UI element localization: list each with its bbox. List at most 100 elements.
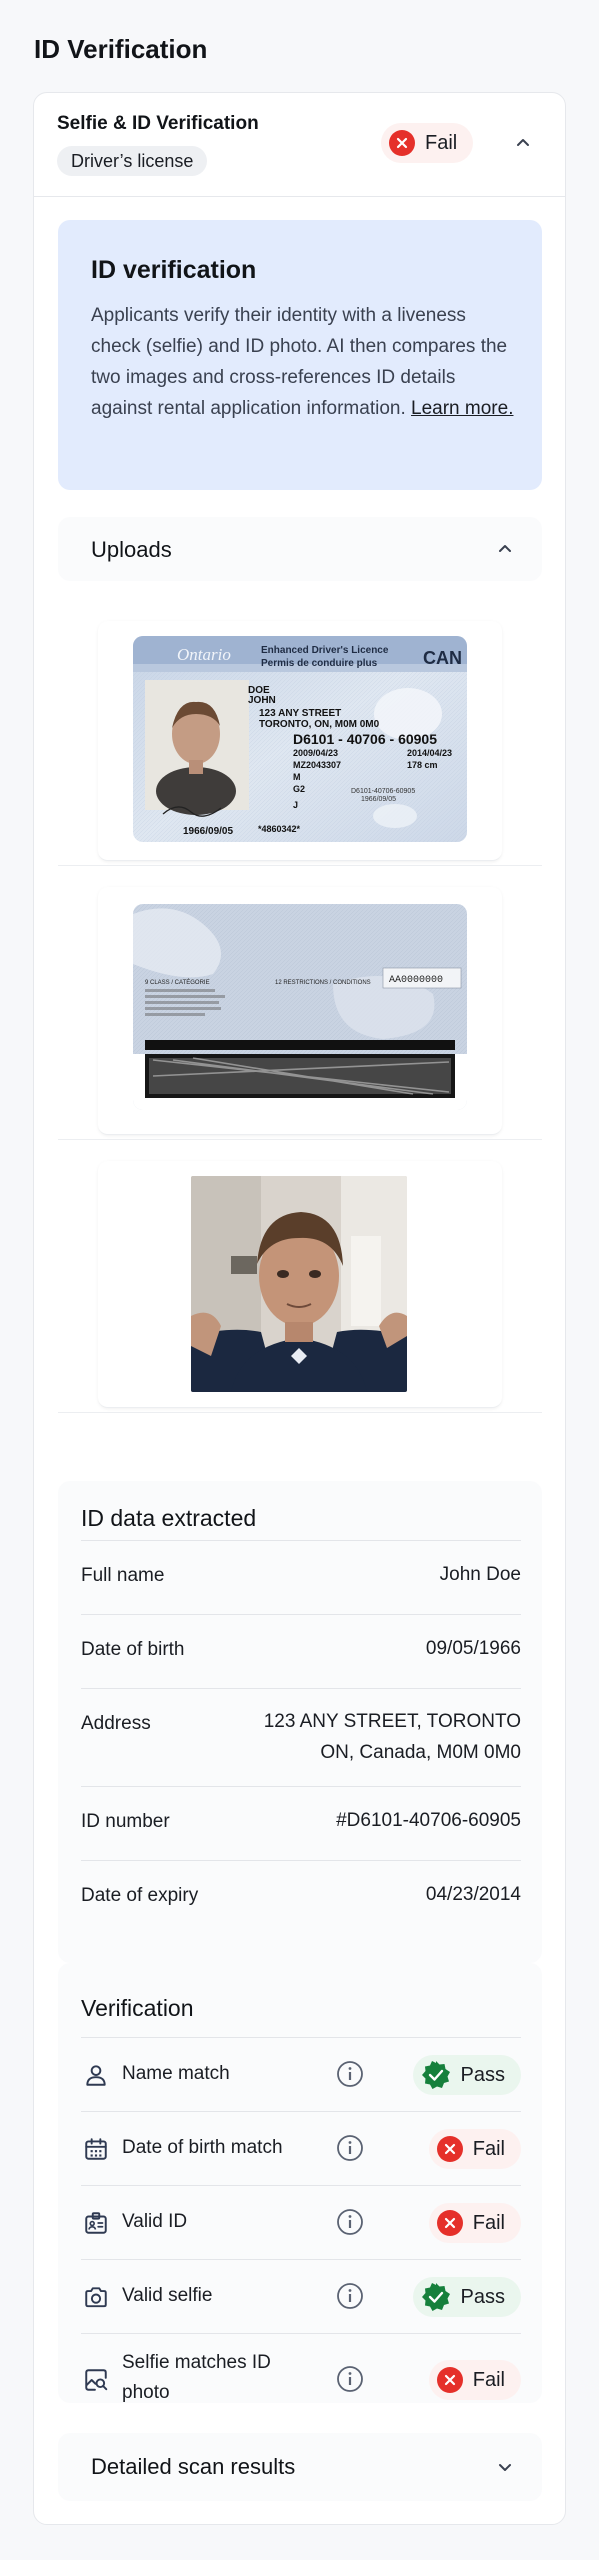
verification-row: Valid ID Fail xyxy=(81,2185,521,2259)
verification-row: Valid selfie Pass xyxy=(81,2259,521,2333)
info-box: ID verification Applicants verify their … xyxy=(58,220,542,490)
id-back-image: 9 CLASS / CATÉGORIE 12 RESTRICTIONS / CO… xyxy=(133,904,467,1110)
check-badge-icon xyxy=(421,2282,451,2312)
info-icon[interactable] xyxy=(336,2134,364,2162)
id-data-row: Date of birth 09/05/1966 xyxy=(81,1614,521,1688)
chevron-up-icon[interactable] xyxy=(493,537,517,561)
divider xyxy=(58,1412,542,1413)
data-value: #D6101-40706-60905 xyxy=(336,1810,521,1831)
chevron-down-icon[interactable] xyxy=(493,2455,517,2479)
id-number-front: D6101 - 40706 - 60905 xyxy=(293,731,437,747)
info-icon[interactable] xyxy=(336,2282,364,2310)
status-label: Fail xyxy=(472,2368,505,2391)
fail-icon xyxy=(436,2367,463,2393)
id-back-serial: AA0000000 xyxy=(389,975,443,986)
status-label: Pass xyxy=(460,2063,505,2086)
info-icon[interactable] xyxy=(336,2060,364,2088)
status-badge-pass: Pass xyxy=(412,2277,521,2317)
chevron-up-icon[interactable] xyxy=(511,131,535,155)
image-search-icon xyxy=(85,2369,108,2391)
data-value: John Doe xyxy=(439,1564,521,1585)
data-value: 04/23/2014 xyxy=(425,1884,521,1905)
id-header-en: Enhanced Driver's Licence xyxy=(261,645,389,656)
id-data-title: ID data extracted xyxy=(81,1505,257,1531)
card-header[interactable]: Selfie & ID Verification Driver’s licens… xyxy=(34,93,565,197)
data-label: Date of expiry xyxy=(81,1885,199,1906)
camera-icon xyxy=(85,2287,107,2308)
info-text: Applicants verify their identity with a … xyxy=(91,300,516,424)
id-expiry: 2014/04/23 xyxy=(407,748,452,758)
id-data-row: Full name John Doe xyxy=(81,1540,521,1614)
document-type-chip: Driver’s license xyxy=(57,146,208,176)
id-back-class-label: 9 CLASS / CATÉGORIE xyxy=(145,979,210,986)
data-label: Address xyxy=(81,1713,151,1734)
id-card-no: *4860342* xyxy=(258,824,301,834)
info-icon[interactable] xyxy=(336,2365,364,2393)
divider xyxy=(58,865,542,866)
verification-card: Selfie & ID Verification Driver’s licens… xyxy=(33,92,566,2525)
status-badge-fail: Fail xyxy=(428,2360,521,2400)
status-badge-fail: Fail xyxy=(428,2129,521,2169)
overall-status-badge: Fail xyxy=(381,123,474,163)
id-country: CAN xyxy=(423,648,462,668)
uploads-section-header[interactable]: Uploads xyxy=(58,517,542,581)
id-card-icon xyxy=(85,2212,107,2234)
id-data-row: Address 123 ANY STREET, TORONTO ON, Cana… xyxy=(81,1688,521,1786)
id-street: 123 ANY STREET xyxy=(259,708,341,719)
detailed-scan-results-title: Detailed scan results xyxy=(91,2454,296,2479)
verification-section: Verification Name match Pass Date of bir… xyxy=(58,1963,542,2403)
label-line-2: photo xyxy=(122,2382,170,2403)
upload-selfie[interactable] xyxy=(98,1161,502,1408)
id-data-section: ID data extracted Full name John Doe Dat… xyxy=(58,1481,542,1963)
person-icon xyxy=(86,2065,106,2086)
id-dob: 1966/09/05 xyxy=(183,826,233,837)
id-first-name: JOHN xyxy=(248,695,276,706)
divider xyxy=(58,1139,542,1140)
status-label: Fail xyxy=(472,2137,505,2160)
id-ref: MZ2043307 xyxy=(293,760,341,770)
info-title: ID verification xyxy=(91,256,257,284)
id-province: Ontario xyxy=(177,645,231,664)
learn-more-link[interactable]: Learn more. xyxy=(411,398,513,419)
verification-title: Verification xyxy=(81,1995,194,2021)
verification-row: Name match Pass xyxy=(81,2037,521,2111)
upload-id-front[interactable]: Ontario Enhanced Driver's Licence Permis… xyxy=(98,621,502,861)
id-data-row: Date of expiry 04/23/2014 xyxy=(81,1860,521,1934)
verification-row: Selfie matches ID photo Fail xyxy=(81,2333,521,2421)
id-front-image: Ontario Enhanced Driver's Licence Permis… xyxy=(133,636,467,842)
status-label: Pass xyxy=(460,2285,505,2308)
id-back-restrictions: 12 RESTRICTIONS / CONDITIONS xyxy=(275,980,371,986)
status-badge-fail: Fail xyxy=(428,2203,521,2243)
fail-icon xyxy=(436,2210,463,2236)
data-value: 123 ANY STREET, TORONTO ON, Canada, M0M … xyxy=(264,1706,521,1768)
id-issued: 2009/04/23 xyxy=(293,748,338,758)
calendar-icon xyxy=(85,2138,107,2160)
card-title: Selfie & ID Verification xyxy=(57,113,259,134)
id-class: G2 xyxy=(293,784,305,794)
id-small-dob: 1966/09/05 xyxy=(361,796,396,803)
fail-icon xyxy=(436,2136,463,2162)
upload-id-back[interactable]: 9 CLASS / CATÉGORIE 12 RESTRICTIONS / CO… xyxy=(98,887,502,1135)
data-label: Date of birth xyxy=(81,1639,185,1660)
verification-label: Selfie matches ID photo xyxy=(122,2348,271,2408)
status-label: Fail xyxy=(472,2211,505,2234)
status-badge-pass: Pass xyxy=(412,2055,521,2095)
data-label: Full name xyxy=(81,1565,165,1586)
detailed-scan-results-header[interactable]: Detailed scan results xyxy=(58,2433,542,2501)
uploads-title: Uploads xyxy=(91,537,172,562)
page-title: ID Verification xyxy=(34,34,208,64)
id-rest: J xyxy=(293,800,298,810)
id-data-row: ID number #D6101-40706-60905 xyxy=(81,1786,521,1860)
label-line-1: Selfie matches ID xyxy=(122,2352,271,2373)
selfie-image xyxy=(191,1176,407,1392)
id-city: TORONTO, ON, M0M 0M0 xyxy=(259,719,380,730)
info-icon[interactable] xyxy=(336,2208,364,2236)
data-value: 09/05/1966 xyxy=(425,1638,521,1659)
address-line-2: ON, Canada, M0M 0M0 xyxy=(320,1742,521,1763)
verification-label: Valid selfie xyxy=(122,2285,213,2306)
id-header-fr: Permis de conduire plus xyxy=(261,658,378,669)
verification-label: Name match xyxy=(122,2063,230,2084)
id-sex: M xyxy=(293,772,301,782)
address-line-1: 123 ANY STREET, TORONTO xyxy=(263,1711,521,1732)
check-badge-icon xyxy=(421,2060,451,2090)
